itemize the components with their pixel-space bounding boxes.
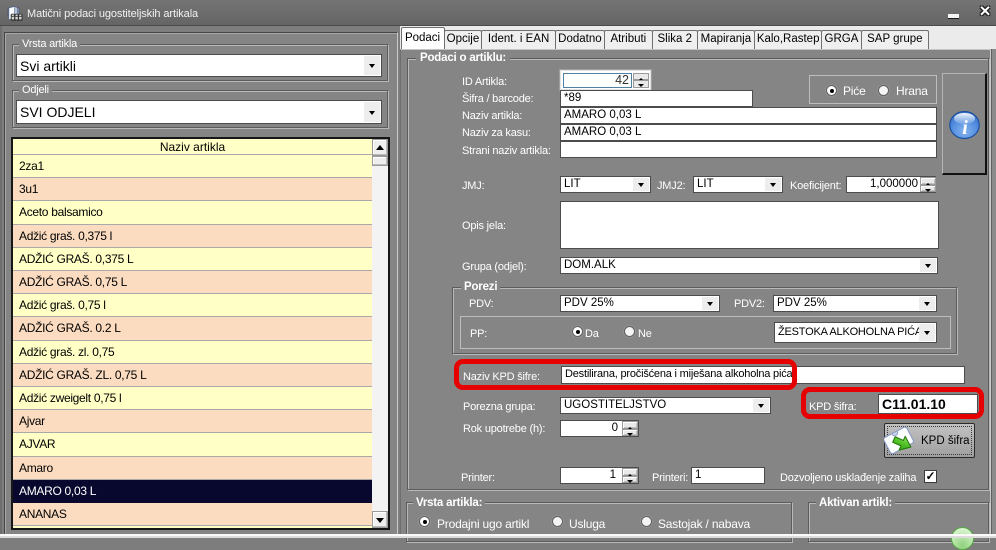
svg-text:i: i (962, 117, 968, 139)
